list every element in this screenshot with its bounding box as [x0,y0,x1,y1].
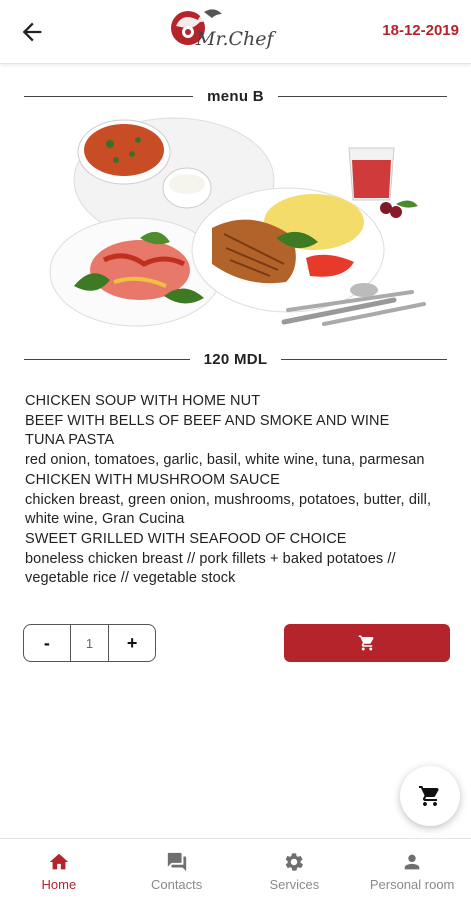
increment-button[interactable]: + [109,625,155,661]
cart-icon [358,635,374,651]
bottom-navigation: Home Contacts Services Personal room [0,838,471,900]
home-icon [49,853,69,870]
nav-item-personal-room[interactable]: Personal room [353,839,471,900]
nav-label: Services [269,877,320,892]
description-line: SWEET GRILLED WITH SEAFOOD OF CHOICE [25,530,347,547]
description-line: TUNA PASTA [25,432,115,449]
divider-line [281,358,448,360]
back-button[interactable] [18,18,46,46]
menu-title: menu B [207,87,264,105]
quantity-value[interactable]: 1 [69,625,110,661]
logo-text: Mr.Chef [196,28,274,50]
divider-line [277,95,447,97]
cart-icon [419,786,439,806]
nav-label: Home [41,877,77,892]
add-to-cart-button[interactable] [284,624,450,662]
header-date: 18-12-2019 [382,22,459,39]
divider-line [24,95,194,97]
app-header: Mr.Chef 18-12-2019 [0,0,471,64]
nav-item-services[interactable]: Services [236,839,354,900]
chat-icon [167,852,186,872]
menu-description: CHICKEN SOUP WITH HOME NUT BEEF WITH BEL… [25,392,455,589]
gear-icon [286,853,304,871]
divider-line [24,358,190,360]
description-line: red onion, tomatoes, garlic, basil, whit… [25,452,425,469]
decrement-button[interactable]: - [24,625,70,661]
description-line: boneless chicken breast // pork fillets … [25,550,396,587]
quantity-stepper: - 1 + [23,624,156,662]
menu-image [44,110,434,340]
nav-item-home[interactable]: Home [0,839,118,900]
person-icon [404,854,420,870]
description-line: chicken breast, green onion, mushrooms, … [25,491,432,528]
menu-title-divider: menu B [24,86,447,106]
description-line: CHICKEN SOUP WITH HOME NUT [25,393,261,409]
description-line: CHICKEN WITH MUSHROOM SAUCE [25,471,280,488]
menu-price: 120 MDL [203,350,268,368]
nav-label: Personal room [369,877,455,892]
nav-label: Contacts [150,877,203,892]
description-line: BEEF WITH BELLS OF BEEF AND SMOKE AND WI… [25,412,390,429]
arrow-left-icon [22,22,42,42]
nav-item-contacts[interactable]: Contacts [118,839,236,900]
floating-cart-button[interactable] [400,766,460,826]
price-divider: 120 MDL [24,349,448,369]
